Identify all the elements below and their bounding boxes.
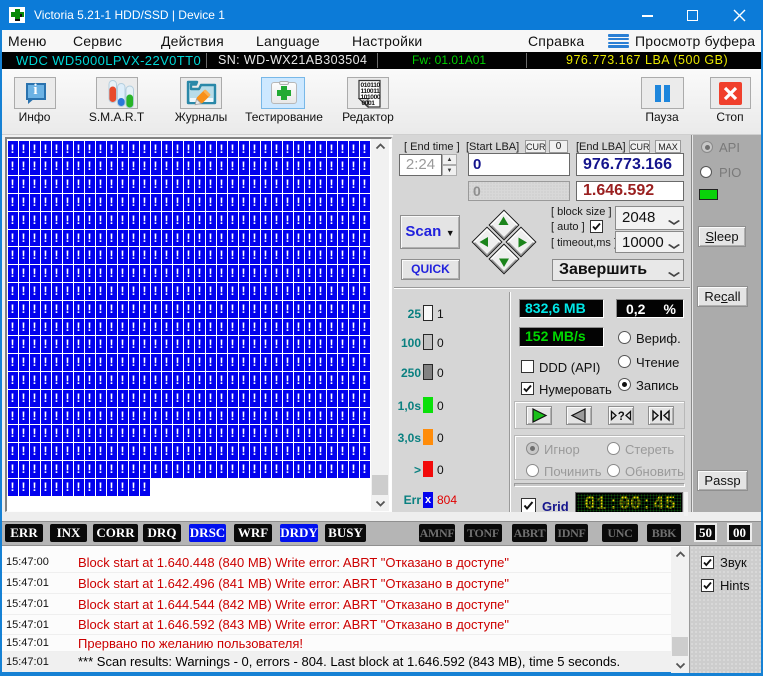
- svg-text:0001: 0001: [362, 100, 376, 107]
- svg-text:?: ?: [618, 411, 625, 423]
